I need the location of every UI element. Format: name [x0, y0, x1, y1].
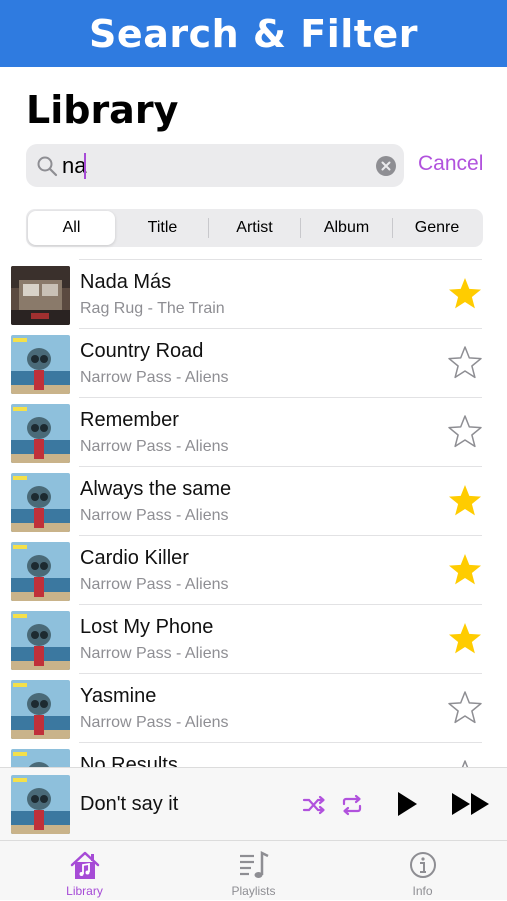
favorite-star-filled-icon[interactable] [447, 621, 483, 657]
row-divider [79, 604, 482, 605]
filter-segmented-control: All Title Artist Album Genre [26, 209, 483, 247]
song-row[interactable]: Lost My Phone Narrow Pass - Aliens [0, 604, 507, 673]
song-row[interactable]: Country Road Narrow Pass - Aliens [0, 328, 507, 397]
tab-label: Playlists [231, 884, 276, 898]
album-art-aliens [11, 542, 70, 601]
album-art-aliens [11, 335, 70, 394]
row-divider [79, 397, 482, 398]
tab-bar: Library Playlists Info [0, 840, 507, 900]
tab-label: Info [412, 884, 433, 898]
shuffle-icon[interactable] [302, 794, 326, 816]
tab-playlists[interactable]: Playlists [169, 841, 338, 901]
song-title: Cardio Killer [80, 547, 189, 569]
row-divider [79, 673, 482, 674]
song-artist-album: Narrow Pass - Aliens [80, 438, 229, 455]
header-banner: Search & Filter [0, 0, 507, 67]
song-row[interactable]: Nada Más Rag Rug - The Train [0, 259, 507, 328]
row-divider [79, 742, 482, 743]
info-icon [409, 852, 436, 878]
row-divider [79, 535, 482, 536]
song-row[interactable]: Yasmine Narrow Pass - Aliens [0, 673, 507, 742]
page-title: Library [26, 88, 179, 132]
song-title: Always the same [80, 478, 232, 500]
playlist-icon [239, 850, 269, 878]
favorite-star-outline-icon[interactable] [447, 690, 483, 726]
search-input[interactable] [62, 151, 362, 181]
fast-forward-icon[interactable] [451, 792, 491, 816]
song-title: Lost My Phone [80, 616, 214, 638]
repeat-icon[interactable] [340, 793, 364, 817]
favorite-star-outline-icon[interactable] [447, 759, 483, 767]
song-title: Country Road [80, 340, 204, 362]
album-art-aliens [11, 680, 70, 739]
favorite-star-filled-icon[interactable] [447, 483, 483, 519]
tab-label: Library [66, 884, 103, 898]
favorite-star-outline-icon[interactable] [447, 414, 483, 450]
song-title: No Results [80, 754, 178, 767]
album-art-rag-rug [11, 266, 70, 325]
song-row[interactable]: Cardio Killer Narrow Pass - Aliens [0, 535, 507, 604]
cancel-button[interactable]: Cancel [418, 152, 483, 176]
song-row[interactable]: No Results [0, 742, 507, 767]
song-artist-album: Rag Rug - The Train [80, 300, 225, 317]
search-bar[interactable] [26, 144, 404, 187]
row-divider [79, 466, 482, 467]
song-artist-album: Narrow Pass - Aliens [80, 714, 229, 731]
song-artist-album: Narrow Pass - Aliens [80, 507, 229, 524]
house-music-icon [70, 851, 99, 879]
song-list[interactable]: Nada Más Rag Rug - The Train Country Road N… [0, 259, 507, 767]
tab-library[interactable]: Library [0, 841, 169, 901]
song-artist-album: Narrow Pass - Aliens [80, 645, 229, 662]
song-title: Yasmine [80, 685, 157, 707]
favorite-star-filled-icon[interactable] [447, 276, 483, 312]
filter-artist[interactable]: Artist [209, 211, 300, 245]
clear-search-icon[interactable] [376, 156, 396, 176]
album-art-aliens [11, 611, 70, 670]
row-divider [79, 259, 482, 260]
favorite-star-outline-icon[interactable] [447, 345, 483, 381]
tab-info[interactable]: Info [338, 841, 507, 901]
filter-album[interactable]: Album [301, 211, 392, 245]
now-playing-album-art [11, 775, 70, 834]
mini-player[interactable]: Don't say it [0, 767, 507, 840]
row-divider [79, 328, 482, 329]
song-row[interactable]: Always the same Narrow Pass - Aliens [0, 466, 507, 535]
now-playing-title: Don't say it [80, 793, 179, 815]
song-row[interactable]: Remember Narrow Pass - Aliens [0, 397, 507, 466]
song-artist-album: Narrow Pass - Aliens [80, 576, 229, 593]
filter-title[interactable]: Title [117, 211, 208, 245]
album-art-aliens [11, 473, 70, 532]
search-icon [37, 156, 58, 177]
text-cursor [84, 153, 86, 179]
song-title: Nada Más [80, 271, 172, 293]
song-title: Remember [80, 409, 179, 431]
song-artist-album: Narrow Pass - Aliens [80, 369, 229, 386]
filter-genre[interactable]: Genre [393, 211, 481, 245]
album-art-aliens [11, 404, 70, 463]
play-icon[interactable] [396, 791, 418, 817]
favorite-star-filled-icon[interactable] [447, 552, 483, 588]
banner-title: Search & Filter [89, 11, 418, 56]
filter-all[interactable]: All [28, 211, 115, 245]
album-art-aliens [11, 749, 70, 767]
